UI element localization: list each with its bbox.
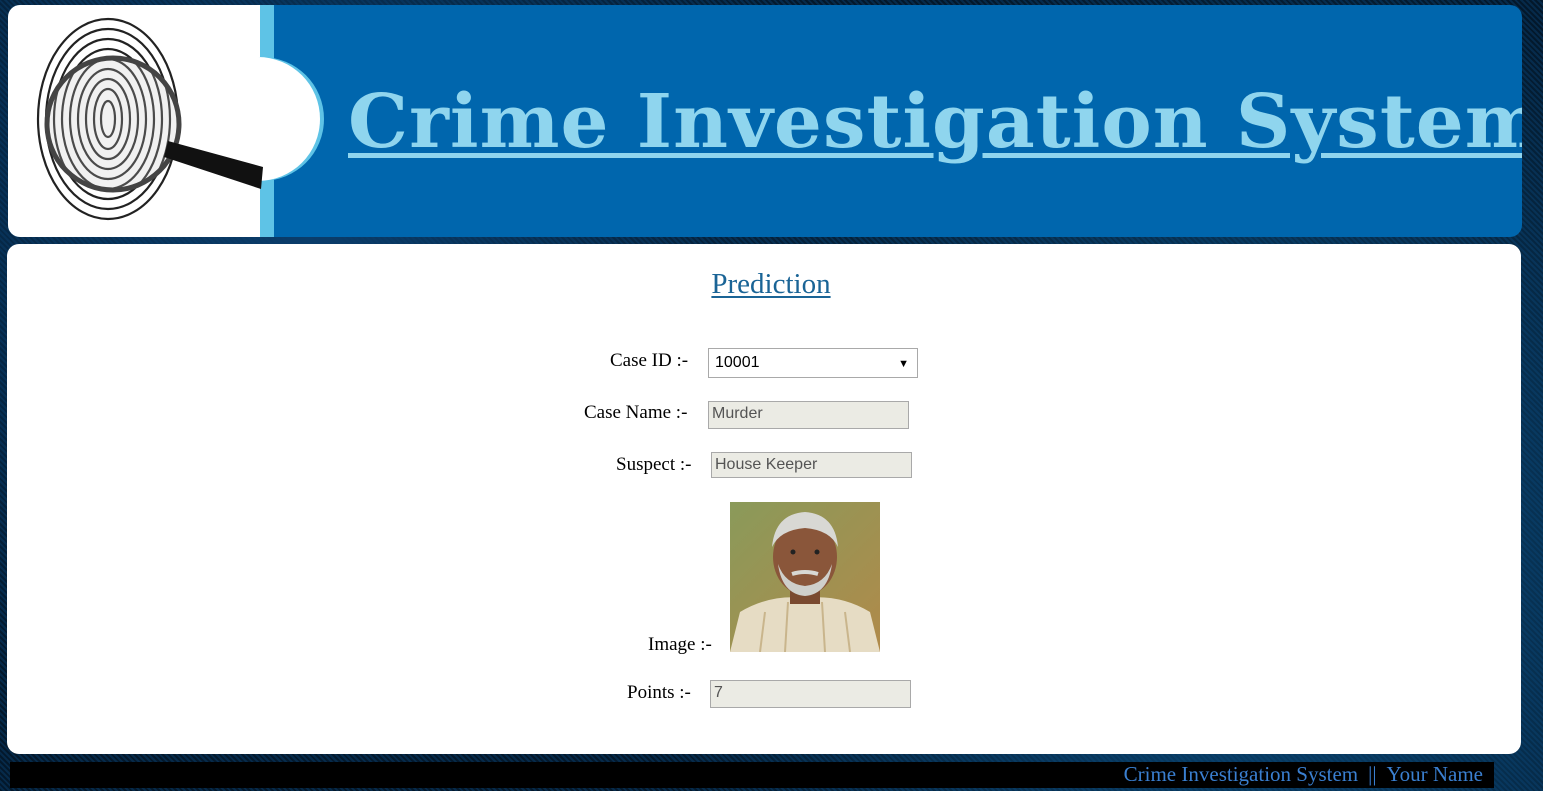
case-id-select-value: 10001 <box>715 354 760 371</box>
page-title: Prediction <box>711 268 831 300</box>
fingerprint-magnifier-icon <box>36 17 263 221</box>
image-label: Image :- <box>648 634 712 655</box>
suspect-label: Suspect :- <box>616 454 692 475</box>
suspect-field[interactable]: House Keeper <box>711 452 912 478</box>
prediction-card: Prediction Case ID :- 10001 ▼ Case Name … <box>7 244 1521 754</box>
footer-app-name: Crime Investigation System <box>1123 762 1359 786</box>
footer-author: Your Name <box>1386 762 1483 786</box>
points-label: Points :- <box>627 682 691 703</box>
case-name-label: Case Name :- <box>584 402 688 423</box>
case-id-select[interactable]: 10001 ▼ <box>708 348 918 378</box>
footer: Crime Investigation System || Your Name <box>10 762 1494 788</box>
footer-separator: || <box>1368 762 1377 786</box>
banner-title: Crime Investigation System <box>348 79 1522 165</box>
dropdown-arrow-icon: ▼ <box>898 358 909 370</box>
case-id-label: Case ID :- <box>610 350 689 371</box>
points-field[interactable]: 7 <box>710 680 911 708</box>
suspect-photo <box>730 502 880 652</box>
header-banner: Crime Investigation System <box>8 5 1522 237</box>
case-name-field[interactable]: Murder <box>708 401 909 429</box>
footer-text: Crime Investigation System || Your Name <box>1119 762 1488 787</box>
